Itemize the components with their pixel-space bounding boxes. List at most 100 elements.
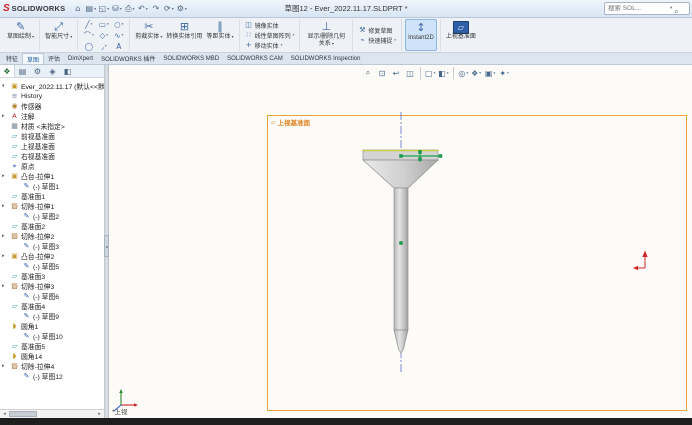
dimxpertmanager-tab[interactable]: ◈ [45, 65, 60, 77]
tree-item[interactable]: (-) 草图3 [2, 241, 104, 251]
scroll-right-icon[interactable]: ▸ [95, 411, 104, 417]
convert-entities-button[interactable]: ⊞ 转换实体引用 [164, 19, 204, 51]
collapse-arrow-icon[interactable] [2, 83, 8, 89]
repair-sketch-button[interactable]: ⚒ 修复草图 [356, 26, 398, 35]
sketch-fillet-tool[interactable]: ◞ [96, 41, 111, 52]
open-icon[interactable]: ◱ [97, 2, 110, 16]
ribbon-tab[interactable]: SOLIDWORKS MBD [159, 53, 223, 64]
tree-item[interactable]: 凸台-拉伸2 [2, 251, 104, 261]
sketch-button[interactable]: ✎ 草图绘制 [5, 19, 36, 51]
tree-item[interactable]: 注解 [2, 111, 104, 121]
instant2d-button[interactable]: ↕ Instant2D [405, 19, 437, 51]
tree-item[interactable]: 右视基准面 [2, 151, 104, 161]
smart-dimension-button[interactable]: ⤢ 智能尺寸 [43, 19, 74, 51]
redo-icon[interactable]: ↷ [149, 2, 162, 16]
ribbon-tab[interactable]: SOLIDWORKS Inspection [287, 53, 365, 64]
text-tool[interactable]: A [111, 41, 126, 52]
expand-arrow-icon[interactable] [2, 233, 8, 239]
tree-item[interactable]: (-) 草图2 [2, 211, 104, 221]
tree-item[interactable]: 切除-拉伸4 [2, 361, 104, 371]
zoom-fit[interactable]: ⌕▾ [361, 67, 375, 80]
ribbon-tab[interactable]: SOLIDWORKS CAM [223, 53, 287, 64]
new-document-icon[interactable]: ▤ [84, 2, 97, 16]
ribbon-tab[interactable]: 评估 [44, 53, 64, 64]
configurationmanager-tab[interactable]: ⚙ [30, 65, 45, 77]
top-plane-tool-button[interactable]: ▱ 上视基准面 [444, 19, 478, 51]
search-dropdown-icon[interactable]: ▾ [670, 6, 672, 11]
tree-item[interactable]: (-) 草图10 [2, 331, 104, 341]
tree-item[interactable]: 材质 <未指定> [2, 121, 104, 131]
mirror-entities-button[interactable]: ◫ 镜像实体 [243, 21, 297, 30]
ribbon-tab[interactable]: 特征 [2, 53, 22, 64]
tree-item[interactable]: 切除-拉伸1 [2, 201, 104, 211]
undo-icon[interactable]: ↶ [136, 2, 149, 16]
ribbon-tab[interactable]: DimXpert [64, 53, 97, 64]
panel-horizontal-scrollbar[interactable]: ◂ ▸ [0, 409, 104, 418]
ribbon-tab[interactable]: 草图 [22, 53, 45, 64]
rebuild-icon[interactable]: ⟳ [162, 2, 175, 16]
tree-item[interactable]: (-) 草图12 [2, 371, 104, 381]
tree-item[interactable]: 传感器 [2, 101, 104, 111]
previous-view[interactable]: ↩▾ [389, 67, 403, 80]
ellipse-tool[interactable]: ◯ [81, 41, 96, 52]
tree-item[interactable]: 凸台-拉伸1 [2, 171, 104, 181]
view-settings[interactable]: ✦ ▾ [497, 67, 511, 80]
offset-entities-button[interactable]: ∥ 等距实体 [204, 19, 235, 51]
tree-item[interactable]: 基准面5 [2, 341, 104, 351]
tree-item[interactable]: 基准面4 [2, 301, 104, 311]
featuremanager-tab[interactable]: ❖ [0, 65, 15, 77]
rectangle-tool[interactable]: ▭ [96, 19, 111, 30]
polygon-tool[interactable]: ◇ [96, 30, 111, 41]
print-icon[interactable]: ⎙ [123, 2, 136, 16]
quick-snaps-button[interactable]: ⌁ 快速捕捉 [356, 36, 398, 45]
tree-item[interactable]: 原点 [2, 161, 104, 171]
scroll-left-icon[interactable]: ◂ [0, 411, 9, 417]
tree-item[interactable]: (-) 草图6 [2, 291, 104, 301]
tree-item[interactable]: 基准面2 [2, 221, 104, 231]
valve-body[interactable] [362, 149, 439, 354]
expand-arrow-icon[interactable] [2, 283, 8, 289]
tree-item[interactable]: 圆角1 [2, 321, 104, 331]
tree-item[interactable]: 前视基准面 [2, 131, 104, 141]
scrollbar-thumb[interactable] [9, 411, 37, 417]
tree-item[interactable]: 上视基准面 [2, 141, 104, 151]
save-icon[interactable]: ⛁ [110, 2, 123, 16]
graphics-viewport[interactable]: ⌕▾ ⊡▾ ↩▾ ◫▾ ▢▾ ◧▾ [109, 65, 692, 418]
tree-item[interactable]: History [2, 91, 104, 101]
tree-root-item[interactable]: Ever_2022.11.17 (默认<<默认>_显示状态 [2, 80, 104, 91]
model-valve[interactable] [109, 65, 692, 418]
search-box[interactable]: ▾ [604, 2, 690, 15]
expand-arrow-icon[interactable] [2, 253, 8, 259]
view-orientation[interactable]: ▢ ▾ [420, 66, 436, 80]
arc-tool[interactable]: ⌒ [81, 30, 96, 41]
tree-item[interactable]: (-) 草图5 [2, 261, 104, 271]
display-style[interactable]: ◧ ▾ [436, 67, 450, 80]
tree-item[interactable]: 圆角14 [2, 351, 104, 361]
tree-item[interactable]: (-) 草图9 [2, 311, 104, 321]
display-delete-relations-button[interactable]: ⊥ 显示/删除几何关系 [303, 19, 349, 51]
ribbon-tab[interactable]: SOLIDWORKS 插件 [97, 53, 159, 64]
propertymanager-tab[interactable]: ▤ [15, 65, 30, 77]
trim-entities-button[interactable]: ✂ 剪裁实体 [133, 19, 164, 51]
circle-tool[interactable]: ○ [111, 19, 126, 30]
expand-arrow-icon[interactable] [2, 203, 8, 209]
edit-appearance[interactable]: ❖ ▾ [469, 67, 483, 80]
tree-item[interactable]: 切除-拉伸3 [2, 281, 104, 291]
tree-item[interactable]: 切除-拉伸2 [2, 231, 104, 241]
displaymanager-tab[interactable]: ◧ [60, 65, 75, 77]
line-tool[interactable]: ╱ [81, 19, 96, 30]
options-icon[interactable]: ⚙ [175, 2, 188, 16]
apply-scene[interactable]: ▣ ▾ [483, 67, 497, 80]
zoom-area[interactable]: ⊡▾ [375, 67, 389, 80]
spline-tool[interactable]: ∿ [111, 30, 126, 41]
tree-item[interactable]: 基准面1 [2, 191, 104, 201]
expand-arrow-icon[interactable] [2, 173, 8, 179]
move-entities-button[interactable]: + 移动实体 [243, 41, 297, 50]
tree-item[interactable]: (-) 草图1 [2, 181, 104, 191]
hide-show-items[interactable]: ◎ ▾ [453, 66, 469, 80]
expand-arrow-icon[interactable] [2, 113, 8, 119]
tree-item[interactable]: 基准面3 [2, 271, 104, 281]
search-icon[interactable] [674, 0, 678, 18]
linear-sketch-pattern-button[interactable]: ∷ 线性草图阵列 [243, 31, 297, 40]
home-icon[interactable]: ⌂ [71, 2, 84, 16]
